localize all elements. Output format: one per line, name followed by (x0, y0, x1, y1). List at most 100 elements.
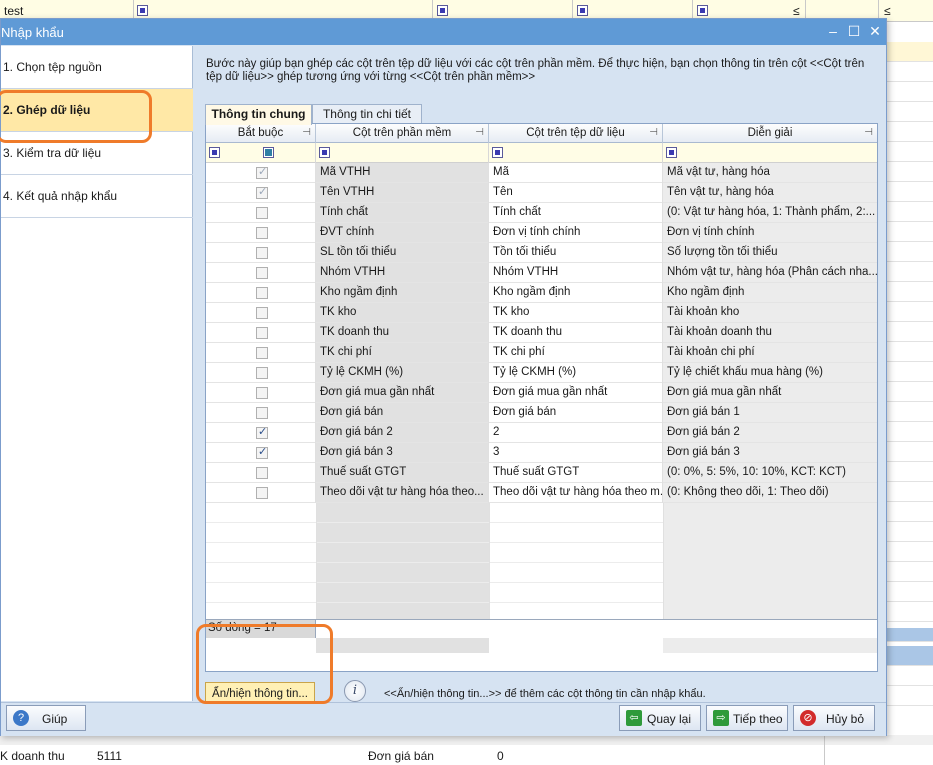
file-column-cell[interactable]: Tỷ lệ CKMH (%) (489, 363, 663, 383)
step-import-result[interactable]: 4. Kết quả nhập khẩu (1, 175, 193, 218)
back-button[interactable]: ⇦ Quay lại (619, 705, 701, 731)
table-row[interactable]: TK kho TK kho Tài khoản kho (206, 303, 877, 323)
background-right-strip (887, 22, 933, 765)
table-row[interactable]: Đơn giá mua gần nhất Đơn giá mua gần nhất… (206, 383, 877, 403)
required-checkbox[interactable] (256, 445, 268, 459)
filter-icon[interactable] (666, 147, 677, 158)
column-label: Cột trên phần mềm (352, 127, 452, 139)
table-row[interactable]: Nhóm VTHH Nhóm VTHH Nhóm vật tư, hàng hóa … (206, 263, 877, 283)
software-column-cell: Kho ngầm định (316, 283, 489, 303)
table-row[interactable]: TK chi phí TK chi phí Tài khoản chi phí (206, 343, 877, 363)
close-button[interactable]: ✕ (867, 23, 883, 39)
required-checkbox[interactable] (256, 165, 268, 179)
filter-icon[interactable] (492, 147, 503, 158)
file-column-cell[interactable]: TK doanh thu (489, 323, 663, 343)
empty-row (206, 563, 877, 583)
required-checkbox[interactable] (256, 367, 268, 379)
file-column-cell[interactable]: Tồn tối thiểu (489, 243, 663, 263)
file-column-cell[interactable]: Thuế suất GTGT (489, 463, 663, 483)
maximize-button[interactable]: ☐ (846, 23, 862, 39)
description-cell: Số lượng tồn tối thiểu (667, 246, 778, 258)
pin-icon[interactable]: ⊣ (864, 127, 873, 138)
help-button[interactable]: ? Giúp (6, 705, 86, 731)
column-header-description[interactable]: Diễn giải ⊣ (663, 124, 877, 143)
tab-detail-info[interactable]: Thông tin chi tiết (312, 104, 422, 123)
file-column-cell[interactable]: 2 (489, 423, 663, 443)
table-row[interactable]: Mã VTHHMã Mã vật tư, hàng hóa (206, 163, 877, 183)
file-column-cell[interactable]: Tên (489, 183, 663, 203)
required-checkbox[interactable] (256, 227, 268, 239)
next-button[interactable]: ⇨ Tiếp theo (706, 705, 788, 731)
table-row[interactable]: Tính chất Tính chất (0: Vật tư hàng hóa, 1… (206, 203, 877, 223)
table-row[interactable]: TK doanh thu TK doanh thu Tài khoản doanh … (206, 323, 877, 343)
required-cell (206, 283, 316, 303)
file-column-cell[interactable]: Nhóm VTHH (489, 263, 663, 283)
tab-label: Thông tin chi tiết (322, 107, 412, 121)
required-checkbox[interactable] (256, 425, 268, 439)
dialog-title-bar[interactable]: Nhập khẩu – ☐ ✕ (1, 19, 886, 45)
step-description: Bước này giúp bạn ghép các cột trên tệp … (206, 58, 865, 83)
required-checkbox[interactable] (256, 347, 268, 359)
file-column-cell[interactable]: TK chi phí (489, 343, 663, 363)
description-cell: (0: Vật tư hàng hóa, 1: Thành phẩm, 2:..… (667, 206, 876, 218)
tab-general-info[interactable]: Thông tin chung (205, 104, 312, 125)
required-checkbox[interactable] (256, 487, 268, 499)
table-row[interactable]: Tên VTHHTên Tên vật tư, hàng hóa (206, 183, 877, 203)
required-checkbox[interactable] (256, 407, 268, 419)
file-column-cell[interactable]: 3 (489, 443, 663, 463)
column-header-required[interactable]: Bắt buộc ⊣ (206, 124, 316, 143)
select-all-checkbox[interactable] (263, 147, 274, 158)
column-label: Bắt buộc (237, 127, 284, 139)
required-checkbox[interactable] (256, 327, 268, 339)
file-column-cell[interactable]: Đơn giá bán (489, 403, 663, 423)
step-choose-source[interactable]: 1. Chọn tệp nguồn (1, 46, 193, 89)
minimize-button[interactable]: – (825, 23, 841, 39)
column-header-software[interactable]: Cột trên phần mềm ⊣ (316, 124, 489, 143)
required-checkbox[interactable] (256, 267, 268, 279)
tab-label: Thông tin chung (211, 107, 306, 121)
required-checkbox[interactable] (256, 467, 268, 479)
file-column-cell[interactable]: Đơn vị tính chính (489, 223, 663, 243)
mapping-content: Bước này giúp bạn ghép các cột trên tệp … (194, 46, 886, 706)
pin-icon[interactable]: ⊣ (475, 127, 484, 138)
table-row[interactable]: Đơn giá bán Đơn giá bán Đơn giá bán 1 (206, 403, 877, 423)
required-checkbox[interactable] (256, 247, 268, 259)
table-row[interactable]: SL tồn tối thiểu Tồn tối thiểu Số lượng tồ… (206, 243, 877, 263)
step-map-data[interactable]: 2. Ghép dữ liệu (1, 89, 193, 132)
pin-icon[interactable]: ⊣ (302, 127, 311, 138)
file-column-cell[interactable]: Mã (489, 163, 663, 183)
description-cell: Nhóm vật tư, hàng hóa (Phân cách nha... (667, 266, 877, 278)
required-checkbox[interactable] (256, 185, 268, 199)
required-cell (206, 403, 316, 423)
dialog-title: Nhập khẩu (1, 25, 64, 40)
table-row[interactable]: Thuế suất GTGT Thuế suất GTGT (0: 0%, 5: 5… (206, 463, 877, 483)
required-checkbox[interactable] (256, 387, 268, 399)
table-row[interactable]: Theo dõi vật tư hàng hóa theo... Theo dõi… (206, 483, 877, 503)
file-column-cell[interactable]: Kho ngầm định (489, 283, 663, 303)
table-row[interactable]: ĐVT chính Đơn vị tính chính Đơn vị tính ch… (206, 223, 877, 243)
table-row[interactable]: Đơn giá bán 22Đơn giá bán 2 (206, 423, 877, 443)
required-checkbox[interactable] (256, 307, 268, 319)
step-check-data[interactable]: 3. Kiểm tra dữ liệu (1, 132, 193, 175)
cancel-button[interactable]: ⊘ Hủy bỏ (793, 705, 875, 731)
required-cell (206, 203, 316, 223)
file-column-cell[interactable]: TK kho (489, 303, 663, 323)
cancel-icon: ⊘ (800, 710, 816, 726)
table-row[interactable]: Kho ngầm định Kho ngầm định Kho ngầm định (206, 283, 877, 303)
arrow-left-icon: ⇦ (626, 710, 642, 726)
file-column-cell[interactable]: Đơn giá mua gần nhất (489, 383, 663, 403)
file-column-cell[interactable]: Theo dõi vật tư hàng hóa theo m... (489, 483, 663, 503)
filter-icon[interactable] (319, 147, 330, 158)
pin-icon[interactable]: ⊣ (649, 127, 658, 138)
description-cell: Đơn giá bán 1 (667, 406, 740, 418)
table-row[interactable]: Tỷ lệ CKMH (%) Tỷ lệ CKMH (%) Tỷ lệ chiết … (206, 363, 877, 383)
required-checkbox[interactable] (256, 207, 268, 219)
required-checkbox[interactable] (256, 287, 268, 299)
row-count: Số dòng = 17 (206, 620, 315, 638)
column-header-file[interactable]: Cột trên tệp dữ liệu ⊣ (489, 124, 663, 143)
description-cell: Tài khoản doanh thu (667, 326, 772, 338)
table-row[interactable]: Đơn giá bán 33Đơn giá bán 3 (206, 443, 877, 463)
filter-icon[interactable] (209, 147, 220, 158)
file-column-cell[interactable]: Tính chất (489, 203, 663, 223)
background-filter-icon (437, 5, 448, 16)
